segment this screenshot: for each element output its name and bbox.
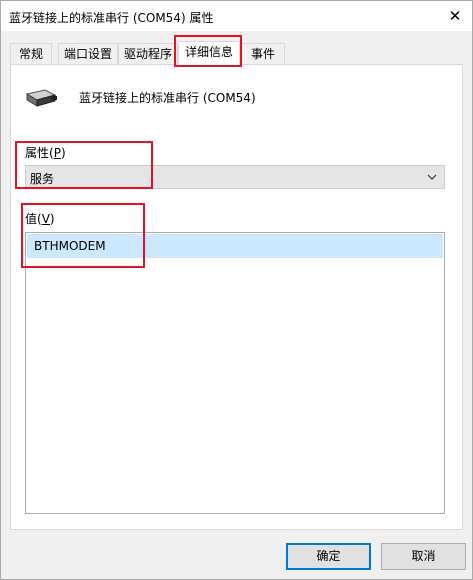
tab-events[interactable]: 事件 — [241, 43, 285, 65]
tab-port-settings[interactable]: 端口设置 — [58, 43, 118, 65]
window-title: 蓝牙链接上的标准串行 (COM54) 属性 — [9, 11, 214, 25]
property-label: 属性(P) — [25, 146, 66, 160]
ok-button[interactable]: 确定 — [286, 543, 371, 570]
cancel-button[interactable]: 取消 — [381, 543, 466, 570]
tab-general[interactable]: 常规 — [10, 43, 52, 65]
serial-port-icon — [25, 89, 57, 107]
value-label: 值(V) — [25, 212, 55, 226]
property-dropdown[interactable]: 服务 — [25, 165, 445, 189]
close-button[interactable]: ✕ — [446, 7, 464, 25]
title-bar: 蓝牙链接上的标准串行 (COM54) 属性 ✕ — [1, 1, 472, 31]
tab-driver[interactable]: 驱动程序 — [118, 43, 178, 65]
properties-dialog: 蓝牙链接上的标准串行 (COM54) 属性 ✕ 常规 端口设置 驱动程序 详细信… — [0, 0, 473, 580]
list-item[interactable]: BTHMODEM — [27, 234, 443, 258]
device-name: 蓝牙链接上的标准串行 (COM54) — [79, 91, 256, 105]
value-list[interactable]: BTHMODEM — [25, 232, 445, 514]
tab-details[interactable]: 详细信息 — [178, 41, 240, 66]
property-selected-value: 服务 — [30, 172, 55, 186]
list-item-text: BTHMODEM — [34, 239, 106, 253]
chevron-down-icon — [427, 174, 437, 180]
